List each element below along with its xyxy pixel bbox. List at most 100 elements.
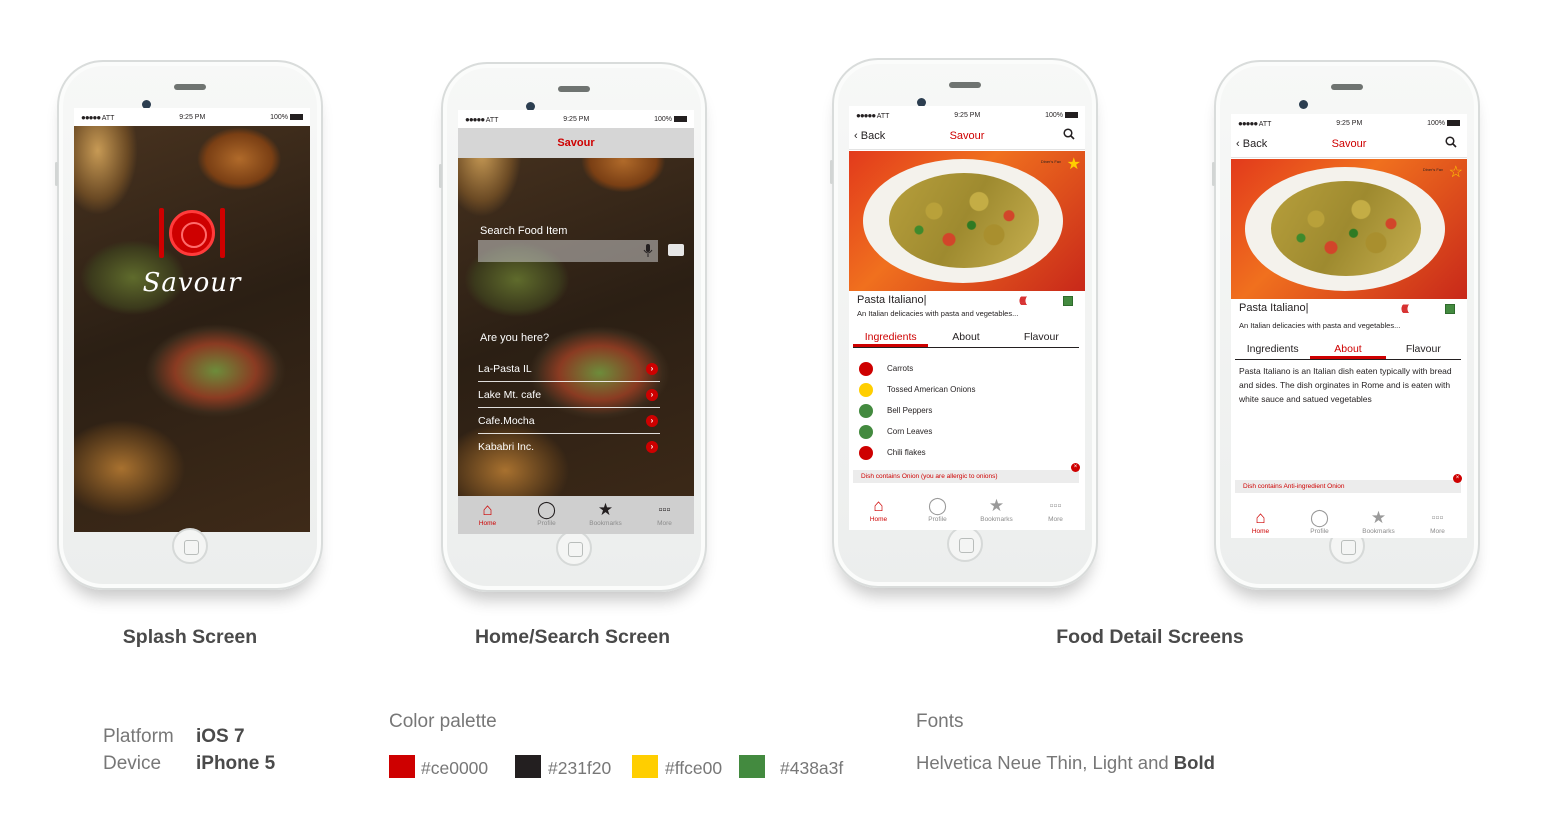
star-icon: ★ — [988, 496, 1005, 515]
search-icon[interactable] — [1063, 128, 1075, 140]
close-icon[interactable]: × — [1453, 474, 1462, 483]
tab-bar: ⌂ Home ◯ Profile ★ Bookmarks ▫▫▫ More — [1231, 504, 1467, 538]
segment-control: Ingredients About Flavour — [1235, 340, 1461, 360]
ingredient-item: Corn Leaves — [859, 425, 976, 446]
splash-screen: ●●●●● ATT 9:25 PM 100% Savour — [74, 108, 310, 532]
search-label: Search Food Item — [480, 225, 568, 237]
leaf-icon — [859, 425, 873, 439]
spice-level-icon: (((((( — [1401, 303, 1409, 313]
tab-home[interactable]: ⌂ Home — [1231, 504, 1290, 538]
status-bar: ●●●●● ATT 9:25 PM 100% — [74, 108, 310, 126]
segment-about[interactable]: About — [1310, 340, 1386, 359]
search-input[interactable] — [478, 240, 658, 262]
speaker-grille — [949, 82, 981, 88]
carrier-signal: ●●●●● ATT — [465, 115, 498, 124]
carrier-signal: ●●●●● ATT — [81, 113, 114, 122]
phone-detail-ingredients: ●●●●● ATT 9:25 PM 100% ‹ Back Savour Din… — [830, 58, 1098, 588]
microphone-icon[interactable] — [643, 244, 653, 258]
device-label: Device — [103, 753, 162, 774]
dish-description: An Italian delicacies with pasta and veg… — [1239, 321, 1401, 330]
segment-ingredients[interactable]: Ingredients — [1235, 340, 1310, 359]
tab-more[interactable]: ▫▫▫ More — [1408, 504, 1467, 538]
tab-label: Home — [1251, 528, 1270, 535]
profile-icon: ◯ — [536, 500, 557, 519]
swatch-label: #231f20 — [548, 758, 612, 778]
tab-label: Profile — [1310, 528, 1329, 535]
status-bar: ●●●●● ATT 9:25 PM 100% — [849, 106, 1085, 124]
knife-icon — [220, 208, 225, 258]
battery-percent: 100% — [654, 115, 672, 123]
fonts-text: Helvetica Neue Thin, Light and — [916, 752, 1169, 773]
location-name: Lake Mt. cafe — [478, 389, 542, 401]
battery-indicator: 100% — [1045, 112, 1078, 119]
location-item[interactable]: Kababri Inc. › — [478, 436, 660, 460]
camera-icon[interactable] — [668, 244, 684, 256]
favorite-star-outline-icon[interactable]: ☆ — [1449, 162, 1463, 182]
location-item[interactable]: Lake Mt. cafe › — [478, 384, 660, 408]
pasta-image — [889, 173, 1039, 268]
status-bar: ●●●●● ATT 9:25 PM 100% — [1231, 114, 1467, 132]
tab-profile[interactable]: ◯ Profile — [1290, 504, 1349, 538]
tab-bookmarks[interactable]: ★ Bookmarks — [576, 496, 635, 534]
ingredient-item: Carrots — [859, 362, 976, 383]
dish-name: Pasta Italiano| — [1239, 302, 1309, 314]
tab-more[interactable]: ▫▫▫ More — [635, 496, 694, 534]
segment-flavour[interactable]: Flavour — [1004, 328, 1079, 347]
search-icon[interactable] — [1445, 136, 1457, 148]
ingredient-name: Bell Peppers — [887, 406, 933, 415]
tab-label: Bookmarks — [589, 520, 622, 527]
location-name: La-Pasta IL — [478, 363, 532, 375]
segment-ingredients[interactable]: Ingredients — [853, 328, 929, 347]
home-hardware-button[interactable] — [172, 528, 208, 564]
volume-button — [830, 160, 833, 184]
battery-icon — [289, 113, 303, 120]
signal-dots: ●●●●● — [856, 110, 876, 120]
front-camera — [1299, 100, 1308, 109]
caption-detail: Food Detail Screens — [1056, 626, 1244, 648]
favorite-star-icon[interactable]: ★ — [1067, 154, 1081, 174]
tab-home[interactable]: ⌂ Home — [849, 492, 908, 530]
plate-logo-icon — [157, 208, 227, 260]
carrier-name: ATT — [876, 112, 890, 120]
segment-about[interactable]: About — [928, 328, 1003, 347]
tab-bar: ⌂ Home ◯ Profile ★ Bookmarks ▫▫▫ More — [849, 492, 1085, 530]
carrier-signal: ●●●●● ATT — [1238, 119, 1271, 128]
more-icon: ▫▫▫ — [658, 504, 671, 516]
tab-profile[interactable]: ◯ Profile — [517, 496, 576, 534]
swatch-label: #ffce00 — [665, 758, 723, 778]
location-item[interactable]: Cafe.Mocha › — [478, 410, 660, 434]
tab-bookmarks[interactable]: ★ Bookmarks — [967, 492, 1026, 530]
location-item[interactable]: La-Pasta IL › — [478, 358, 660, 382]
home-icon: ⌂ — [873, 496, 884, 515]
swatch-yellow — [632, 755, 658, 778]
tab-label: Bookmarks — [980, 516, 1013, 523]
tab-label: Bookmarks — [1362, 528, 1395, 535]
home-hardware-button[interactable] — [556, 530, 592, 566]
nav-bar: ‹ Back Savour — [849, 124, 1085, 150]
tab-bar: ⌂ Home ◯ Profile ★ Bookmarks ▫▫▫ More — [458, 496, 694, 534]
back-button[interactable]: ‹ Back — [1236, 138, 1267, 150]
segment-flavour[interactable]: Flavour — [1386, 340, 1461, 359]
segment-control: Ingredients About Flavour — [853, 328, 1079, 348]
swatch-green — [739, 755, 765, 778]
home-hardware-button[interactable] — [947, 526, 983, 562]
status-time: 9:25 PM — [179, 113, 206, 121]
tab-profile[interactable]: ◯ Profile — [908, 492, 967, 530]
nearby-label: Are you here? — [480, 332, 550, 344]
swatch-label: #ce0000 — [421, 758, 489, 778]
favs-tag: Diner's Fav — [1040, 159, 1061, 164]
phone-detail-about: ●●●●● ATT 9:25 PM 100% ‹ Back Savour Din… — [1212, 60, 1480, 590]
signal-dots: ●●●●● — [465, 114, 485, 124]
caption-home: Home/Search Screen — [474, 626, 671, 648]
tab-bookmarks[interactable]: ★ Bookmarks — [1349, 504, 1408, 538]
back-button[interactable]: ‹ Back — [854, 130, 885, 142]
plate-icon — [169, 210, 215, 256]
battery-icon — [673, 115, 687, 122]
ingredient-item: Chili flakes — [859, 446, 976, 467]
close-icon[interactable]: × — [1071, 463, 1080, 472]
tab-more[interactable]: ▫▫▫ More — [1026, 492, 1085, 530]
more-icon: ▫▫▫ — [1431, 512, 1444, 524]
food-background-image — [458, 110, 694, 534]
tab-home[interactable]: ⌂ Home — [458, 496, 517, 534]
carrier-signal: ●●●●● ATT — [856, 111, 889, 120]
